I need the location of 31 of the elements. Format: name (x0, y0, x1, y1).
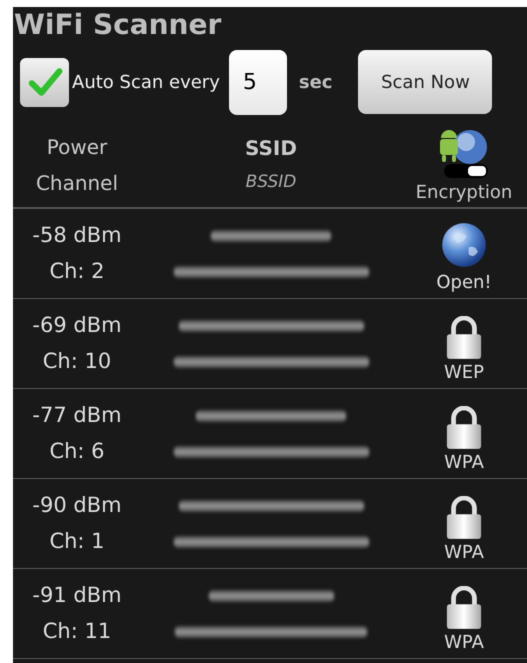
signal-power: -69 dBm (32, 312, 122, 339)
scan-now-button[interactable]: Scan Now (358, 50, 492, 114)
signal-power: -90 dBm (32, 492, 122, 519)
channel-number: Ch: 6 (49, 438, 105, 465)
signal-power: -77 dBm (32, 402, 122, 429)
bssid-column-header: BSSID (246, 171, 296, 194)
padlock-icon (445, 586, 483, 630)
auto-scan-label: Auto Scan every (72, 70, 220, 94)
power-column-header: Power (46, 134, 108, 161)
padlock-icon (445, 496, 483, 540)
padlock-icon (445, 406, 483, 450)
channel-column-header: Channel (36, 170, 118, 197)
encryption-column-header: Encryption (416, 181, 512, 205)
encryption-type: Open! (436, 271, 492, 295)
app-title: WiFi Scanner (13, 7, 222, 43)
encryption-type: WEP (444, 361, 484, 385)
channel-number: Ch: 2 (49, 258, 105, 285)
encryption-type: WPA (444, 451, 484, 475)
signal-power: -58 dBm (32, 222, 122, 249)
padlock-icon (445, 316, 483, 360)
channel-number: Ch: 10 (42, 348, 112, 375)
globe-icon (441, 220, 487, 270)
signal-power: -91 dBm (32, 582, 122, 609)
seconds-label: sec (298, 70, 332, 94)
channel-number: Ch: 11 (42, 618, 112, 645)
encryption-type: WPA (444, 631, 484, 655)
encryption-type: WPA (444, 541, 484, 565)
interval-field[interactable]: 5 (228, 50, 287, 114)
channel-number: Ch: 1 (49, 528, 105, 555)
auto-scan-checkbox[interactable] (20, 58, 69, 106)
ssid-column-header: SSID (245, 135, 297, 162)
